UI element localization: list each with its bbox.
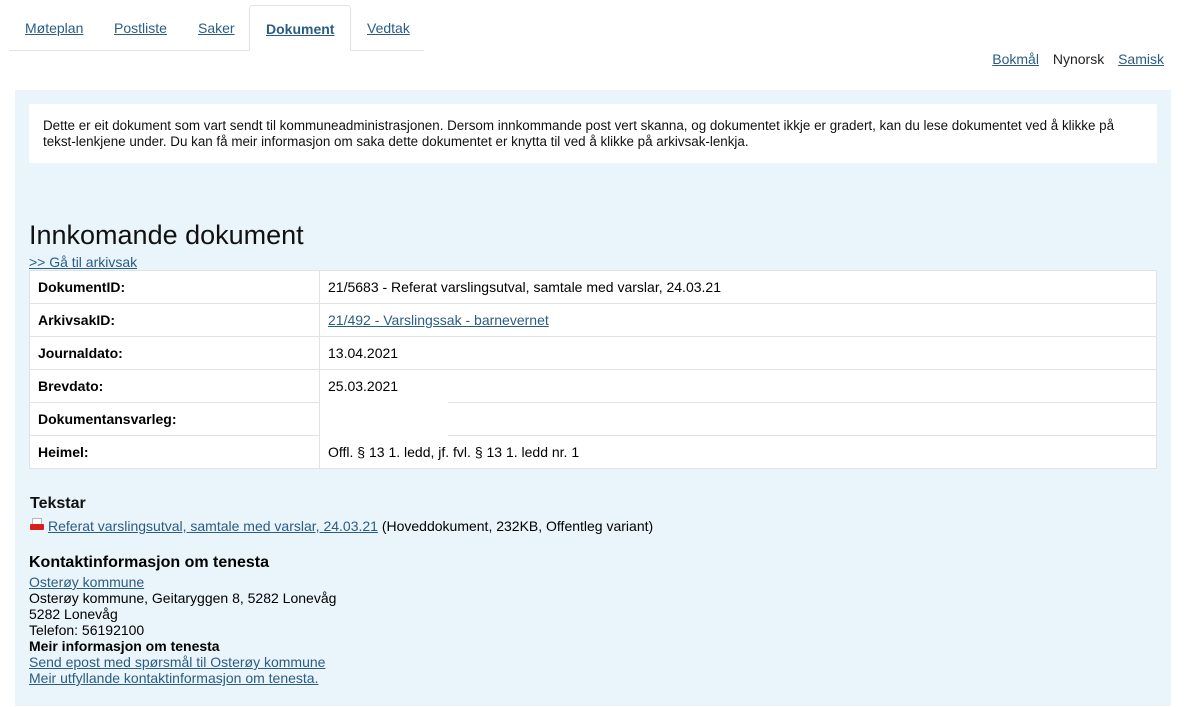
- meta-value: 13.04.2021: [319, 336, 1157, 370]
- meta-value: [319, 400, 1157, 438]
- meta-value: 25.03.2021: [319, 369, 1157, 403]
- file-meta: (Hoveddokument, 232KB, Offentleg variant…: [377, 518, 654, 534]
- postal-text: 5282 Lonevåg: [29, 606, 118, 622]
- contact-heading: Kontaktinformasjon om tenesta: [29, 554, 270, 571]
- phone-text: Telefon: 56192100: [29, 622, 145, 638]
- tab-vedtak[interactable]: Vedtak: [351, 5, 426, 51]
- document-meta-table: DokumentID: 21/5683 - Referat varslingsu…: [29, 270, 1157, 469]
- meta-key: Journaldato:: [29, 336, 320, 370]
- tab-moteplan[interactable]: Møteplan: [9, 5, 99, 51]
- language-selector: Bokmål Nynorsk Samisk: [992, 51, 1164, 67]
- meta-key: Brevdato:: [29, 369, 320, 403]
- email-link[interactable]: Send epost med spørsmål til Osterøy komm…: [29, 654, 1157, 670]
- table-row: Heimel: Offl. § 13 1. ledd, jf. fvl. § 1…: [29, 435, 1157, 469]
- pdf-icon: [30, 518, 44, 532]
- tab-saker[interactable]: Saker: [182, 5, 251, 51]
- tab-dokument[interactable]: Dokument: [249, 5, 352, 51]
- contact-section: Kontaktinformasjon om tenesta Osterøy ko…: [29, 554, 1157, 687]
- lang-samisk-link[interactable]: Samisk: [1118, 51, 1164, 67]
- more-info-heading: Meir informasjon om tenesta: [29, 638, 220, 654]
- meta-key: ArkivsakID:: [29, 303, 320, 337]
- redacted-block: [320, 400, 448, 438]
- file-link[interactable]: Referat varslingsutval, samtale med vars…: [48, 518, 378, 534]
- info-text: Dette er eit dokument som vart sendt til…: [29, 104, 1157, 163]
- meta-key: DokumentID:: [29, 270, 320, 304]
- tekstar-heading: Tekstar: [30, 495, 86, 512]
- table-row: ArkivsakID: 21/492 - Varslingssak - barn…: [29, 303, 1157, 337]
- lang-bokmal-link[interactable]: Bokmål: [992, 51, 1039, 67]
- meta-value: 21/5683 - Referat varslingsutval, samtal…: [319, 270, 1157, 304]
- lang-nynorsk-current: Nynorsk: [1052, 51, 1105, 67]
- table-row: DokumentID: 21/5683 - Referat varslingsu…: [29, 270, 1157, 304]
- more-contact-link[interactable]: Meir utfyllande kontaktinformasjon om te…: [29, 670, 1157, 686]
- main-panel: Dette er eit dokument som vart sendt til…: [15, 90, 1171, 706]
- table-row: Brevdato: 25.03.2021: [29, 369, 1157, 403]
- tab-bar: Møteplan Postliste Saker Dokument Vedtak: [9, 5, 424, 51]
- org-link[interactable]: Osterøy kommune: [29, 574, 1157, 590]
- tab-postliste[interactable]: Postliste: [98, 5, 183, 51]
- address-text: Osterøy kommune, Geitaryggen 8, 5282 Lon…: [29, 590, 337, 606]
- case-link[interactable]: 21/492 - Varslingssak - barnevernet: [328, 312, 549, 328]
- file-row: Referat varslingsutval, samtale med vars…: [30, 518, 653, 534]
- table-row: Dokumentansvarleg:: [29, 400, 1157, 438]
- back-to-case-link[interactable]: >> Gå til arkivsak: [29, 254, 137, 270]
- meta-value: Offl. § 13 1. ledd, jf. fvl. § 13 1. led…: [319, 435, 1157, 469]
- table-row: Journaldato: 13.04.2021: [29, 336, 1157, 370]
- meta-key: Dokumentansvarleg:: [29, 402, 320, 436]
- page-title: Innkomande dokument: [29, 220, 304, 250]
- meta-key: Heimel:: [29, 435, 320, 469]
- document-card: Innkomande dokument >> Gå til arkivsak D…: [29, 198, 1157, 544]
